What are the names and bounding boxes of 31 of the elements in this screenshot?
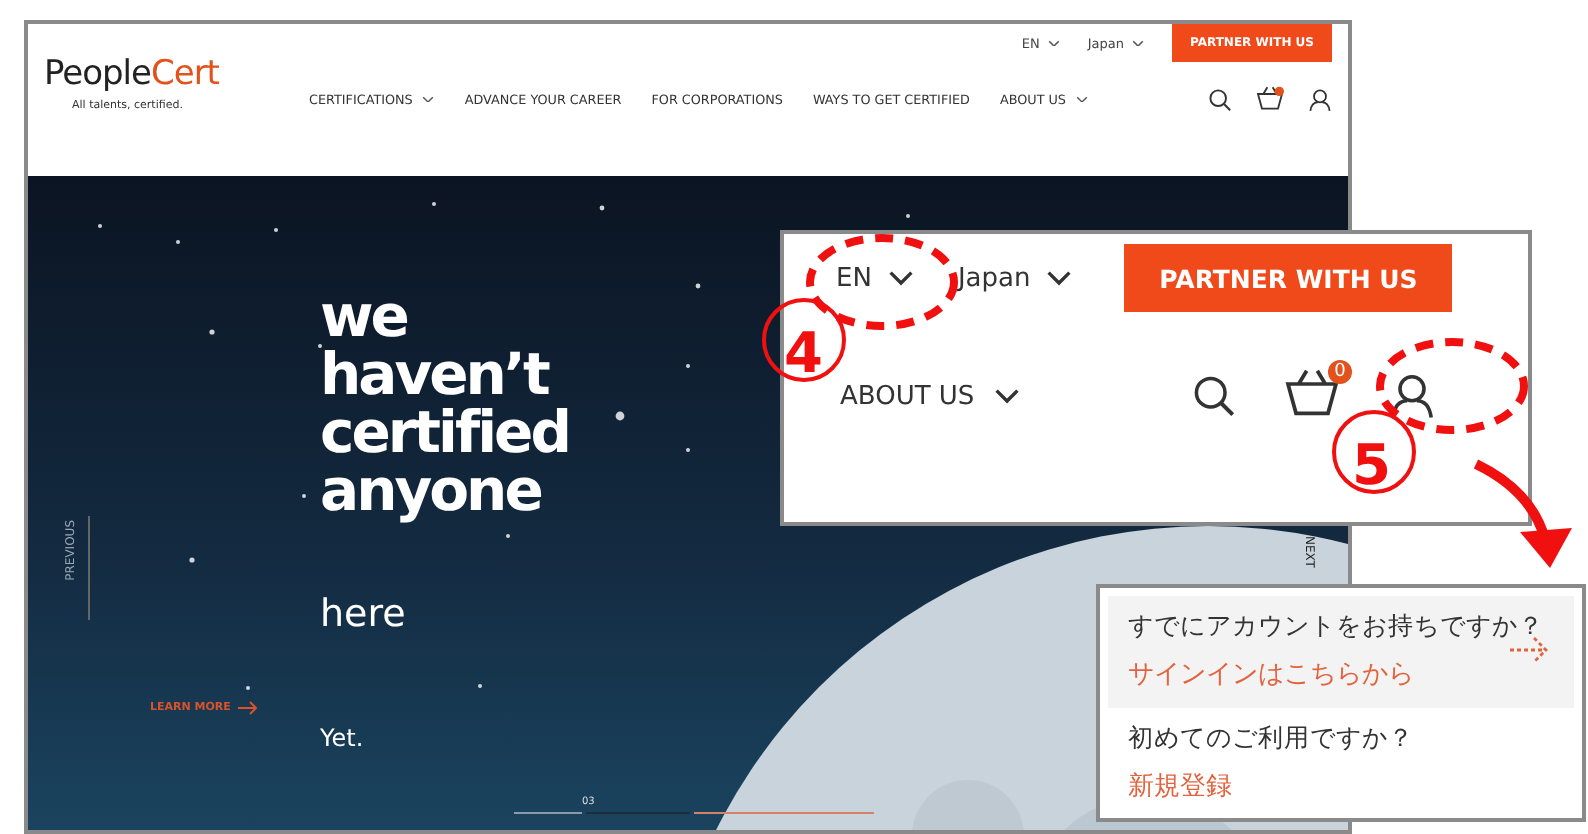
arrow-right-icon	[1510, 636, 1550, 664]
account-option[interactable]: 初めてのご利用ですか？ 新規登録	[1108, 708, 1574, 820]
account-question: 初めてのご利用ですか？	[1128, 722, 1416, 756]
user-icon[interactable]	[1308, 87, 1332, 111]
partner-button[interactable]: PARTNER WITH US	[1124, 244, 1453, 312]
account-link[interactable]: 新規登録	[1128, 768, 1558, 804]
nav-link[interactable]: ABOUT US	[840, 381, 1021, 411]
chevron-down-icon	[887, 270, 914, 286]
hero-headline: we haven’t certified anyone	[320, 288, 569, 520]
chevron-down-icon	[1131, 39, 1144, 47]
chevron-down-icon	[1047, 39, 1060, 47]
chevron-down-icon	[422, 95, 435, 103]
hero-subline: here	[320, 592, 406, 636]
hero-tagline: Yet.	[320, 724, 364, 752]
chevron-down-icon	[1046, 270, 1073, 286]
step-number-marker: 4	[762, 298, 846, 386]
account-question: すでにアカウントをお持ちですか？	[1128, 610, 1546, 644]
search-icon[interactable]	[1192, 374, 1236, 418]
chevron-down-icon	[1076, 95, 1088, 103]
logo[interactable]: PeopleCert	[44, 54, 219, 94]
arrow-right-icon	[238, 700, 259, 716]
step-number-marker: 5	[1332, 410, 1416, 498]
callout-arrow	[1473, 459, 1572, 568]
chevron-down-icon	[994, 388, 1021, 404]
account-option[interactable]: すでにアカウントをお持ちですか？ サインインはこちらから	[1108, 596, 1574, 708]
search-icon[interactable]	[1208, 87, 1232, 111]
language-selector[interactable]: EN	[836, 263, 914, 293]
country-selector[interactable]: Japan	[957, 263, 1073, 293]
user-icon[interactable]	[1388, 372, 1436, 420]
cart-count-badge: 0	[1328, 360, 1352, 384]
cart-icon[interactable]	[1256, 86, 1284, 110]
